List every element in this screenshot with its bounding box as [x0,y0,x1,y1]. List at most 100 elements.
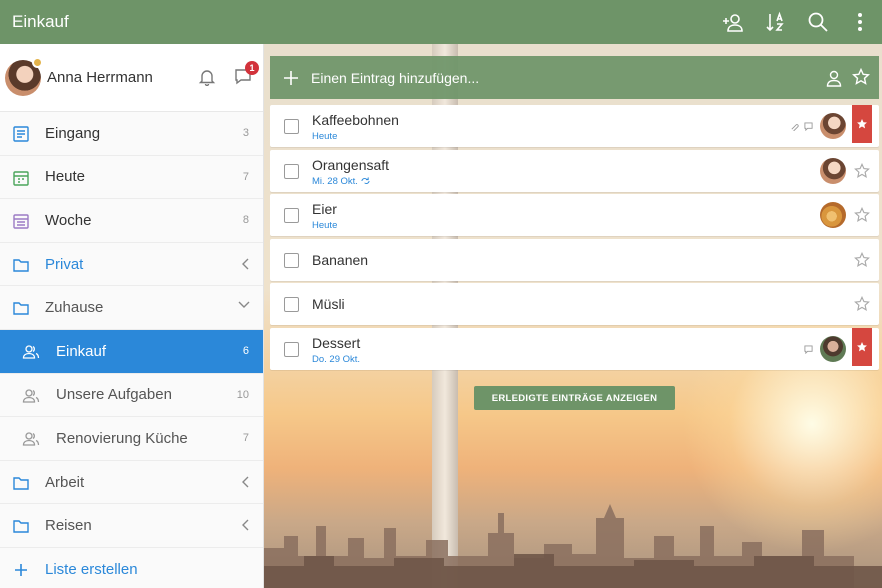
calendar-today-icon [13,170,29,186]
sidebar-item-renovierung-kueche[interactable]: Renovierung Küche 7 [0,417,263,461]
sidebar-item-unsere-aufgaben[interactable]: Unsere Aufgaben 10 [0,373,263,418]
sidebar-item-label: Renovierung Küche [56,429,188,447]
notification-badge: 1 [245,61,259,75]
sidebar-item-label: Zuhause [45,299,104,317]
sidebar-item-count: 6 [242,345,249,358]
task-title: Orangensaft [312,156,390,173]
task-title: Bananen [312,251,369,268]
add-task-input[interactable]: Einen Eintrag hinzufügen... [311,70,479,86]
sidebar-item-label: Woche [45,211,92,229]
show-completed-button[interactable]: ERLEDIGTE EINTRÄGE ANZEIGEN [474,386,675,410]
add-task-bar[interactable]: Einen Eintrag hinzufügen... [270,56,879,99]
user-profile[interactable]: Anna Herrmann 1 [0,44,263,112]
city-skyline [264,504,882,588]
sidebar-item-label: Privat [45,255,84,273]
folder-icon [13,477,29,490]
sidebar-item-count: 3 [242,127,249,140]
assignee-avatar[interactable] [820,113,846,139]
sidebar-item-reisen[interactable]: Reisen [0,504,263,548]
chevron-left-icon[interactable] [241,257,251,271]
task-row[interactable]: Kaffeebohnen Heute [270,105,879,147]
assign-person-icon[interactable] [825,69,843,87]
star-icon[interactable] [854,162,870,179]
pro-badge-icon [32,56,43,68]
due-label: Heute [312,131,338,142]
sidebar-item-label: Einkauf [56,342,107,360]
task-checkbox[interactable] [284,252,299,268]
due-label: Heute [312,220,338,231]
assignee-avatar[interactable] [820,157,846,184]
chevron-left-icon[interactable] [241,518,251,532]
sidebar-item-eingang[interactable]: Eingang 3 [0,112,263,156]
star-icon[interactable] [854,207,870,223]
due-label: Mi. 28 Okt. [312,175,358,187]
task-row[interactable]: Müsli [270,283,879,325]
task-title: Dessert [312,334,361,351]
starred-ribbon[interactable] [852,105,872,143]
task-row[interactable]: Bananen [270,238,879,281]
user-name: Anna Herrmann [47,69,153,86]
task-checkbox[interactable] [284,297,299,312]
due-label: Do. 29 Okt. [312,353,361,365]
sidebar-item-count: 7 [242,170,249,183]
sidebar-item-privat[interactable]: Privat [0,242,263,287]
sidebar-item-count: 10 [236,388,249,401]
star-icon[interactable] [854,296,870,312]
bell-icon[interactable] [198,68,216,91]
star-filled-icon [857,341,867,351]
comment-icon [804,122,813,131]
top-bar-actions [722,0,872,44]
task-due-date: Do. 29 Okt. [312,354,360,365]
task-title: Kaffeebohnen [312,112,399,128]
folder-icon [13,520,29,534]
task-due-date: Mi. 28 Okt. [312,176,370,187]
task-row[interactable]: Dessert Do. 29 Okt. [270,327,879,370]
calendar-week-icon [13,214,29,229]
sidebar-item-zuhause[interactable]: Zuhause [0,286,263,330]
repeat-icon [361,177,370,184]
sort-az-icon[interactable] [764,10,788,34]
task-row[interactable]: Orangensaft Mi. 28 Okt. [270,149,879,192]
plus-icon [15,563,27,576]
star-icon[interactable] [852,68,870,86]
star-icon[interactable] [854,251,870,268]
assignee-avatar[interactable] [820,335,846,362]
folder-icon [13,302,29,316]
sidebar-item-count: 8 [242,214,249,227]
task-due-date: Heute [312,220,337,231]
sidebar-item-heute[interactable]: Heute 7 [0,155,263,200]
shared-list-icon [22,345,40,359]
starred-ribbon[interactable] [852,327,872,366]
task-due-date: Heute [312,131,337,142]
shared-list-icon [22,432,40,446]
task-row[interactable]: Eier Heute [270,194,879,236]
sidebar-item-einkauf[interactable]: Einkauf 6 [0,329,263,374]
inbox-icon [13,126,29,142]
chevron-left-icon[interactable] [241,475,251,489]
sidebar-item-label: Heute [45,168,86,186]
task-checkbox[interactable] [284,163,299,179]
create-list-button[interactable]: Liste erstellen [0,547,263,588]
list-title: Einkauf [12,12,69,31]
sidebar-item-label: Reisen [45,517,92,535]
task-checkbox[interactable] [284,341,299,357]
sidebar: Anna Herrmann 1 Eingang 3 Heute 7 Woche … [0,44,264,588]
shared-list-icon [22,388,40,403]
task-checkbox[interactable] [284,119,299,134]
plus-icon[interactable] [283,70,299,86]
search-icon[interactable] [806,10,830,34]
chevron-down-icon[interactable] [237,300,251,310]
sidebar-item-label: Unsere Aufgaben [56,386,172,404]
sidebar-item-label: Eingang [45,124,101,142]
task-title: Eier [312,201,337,217]
more-vertical-icon[interactable] [848,10,872,34]
share-person-icon[interactable] [722,10,746,34]
sidebar-item-woche[interactable]: Woche 8 [0,199,263,243]
create-list-label: Liste erstellen [45,561,138,579]
attachment-icon [791,124,799,131]
task-checkbox[interactable] [284,208,299,223]
sidebar-item-label: Arbeit [45,473,85,491]
assignee-avatar[interactable] [820,202,846,228]
sidebar-item-arbeit[interactable]: Arbeit [0,460,263,505]
avatar[interactable] [5,56,43,96]
